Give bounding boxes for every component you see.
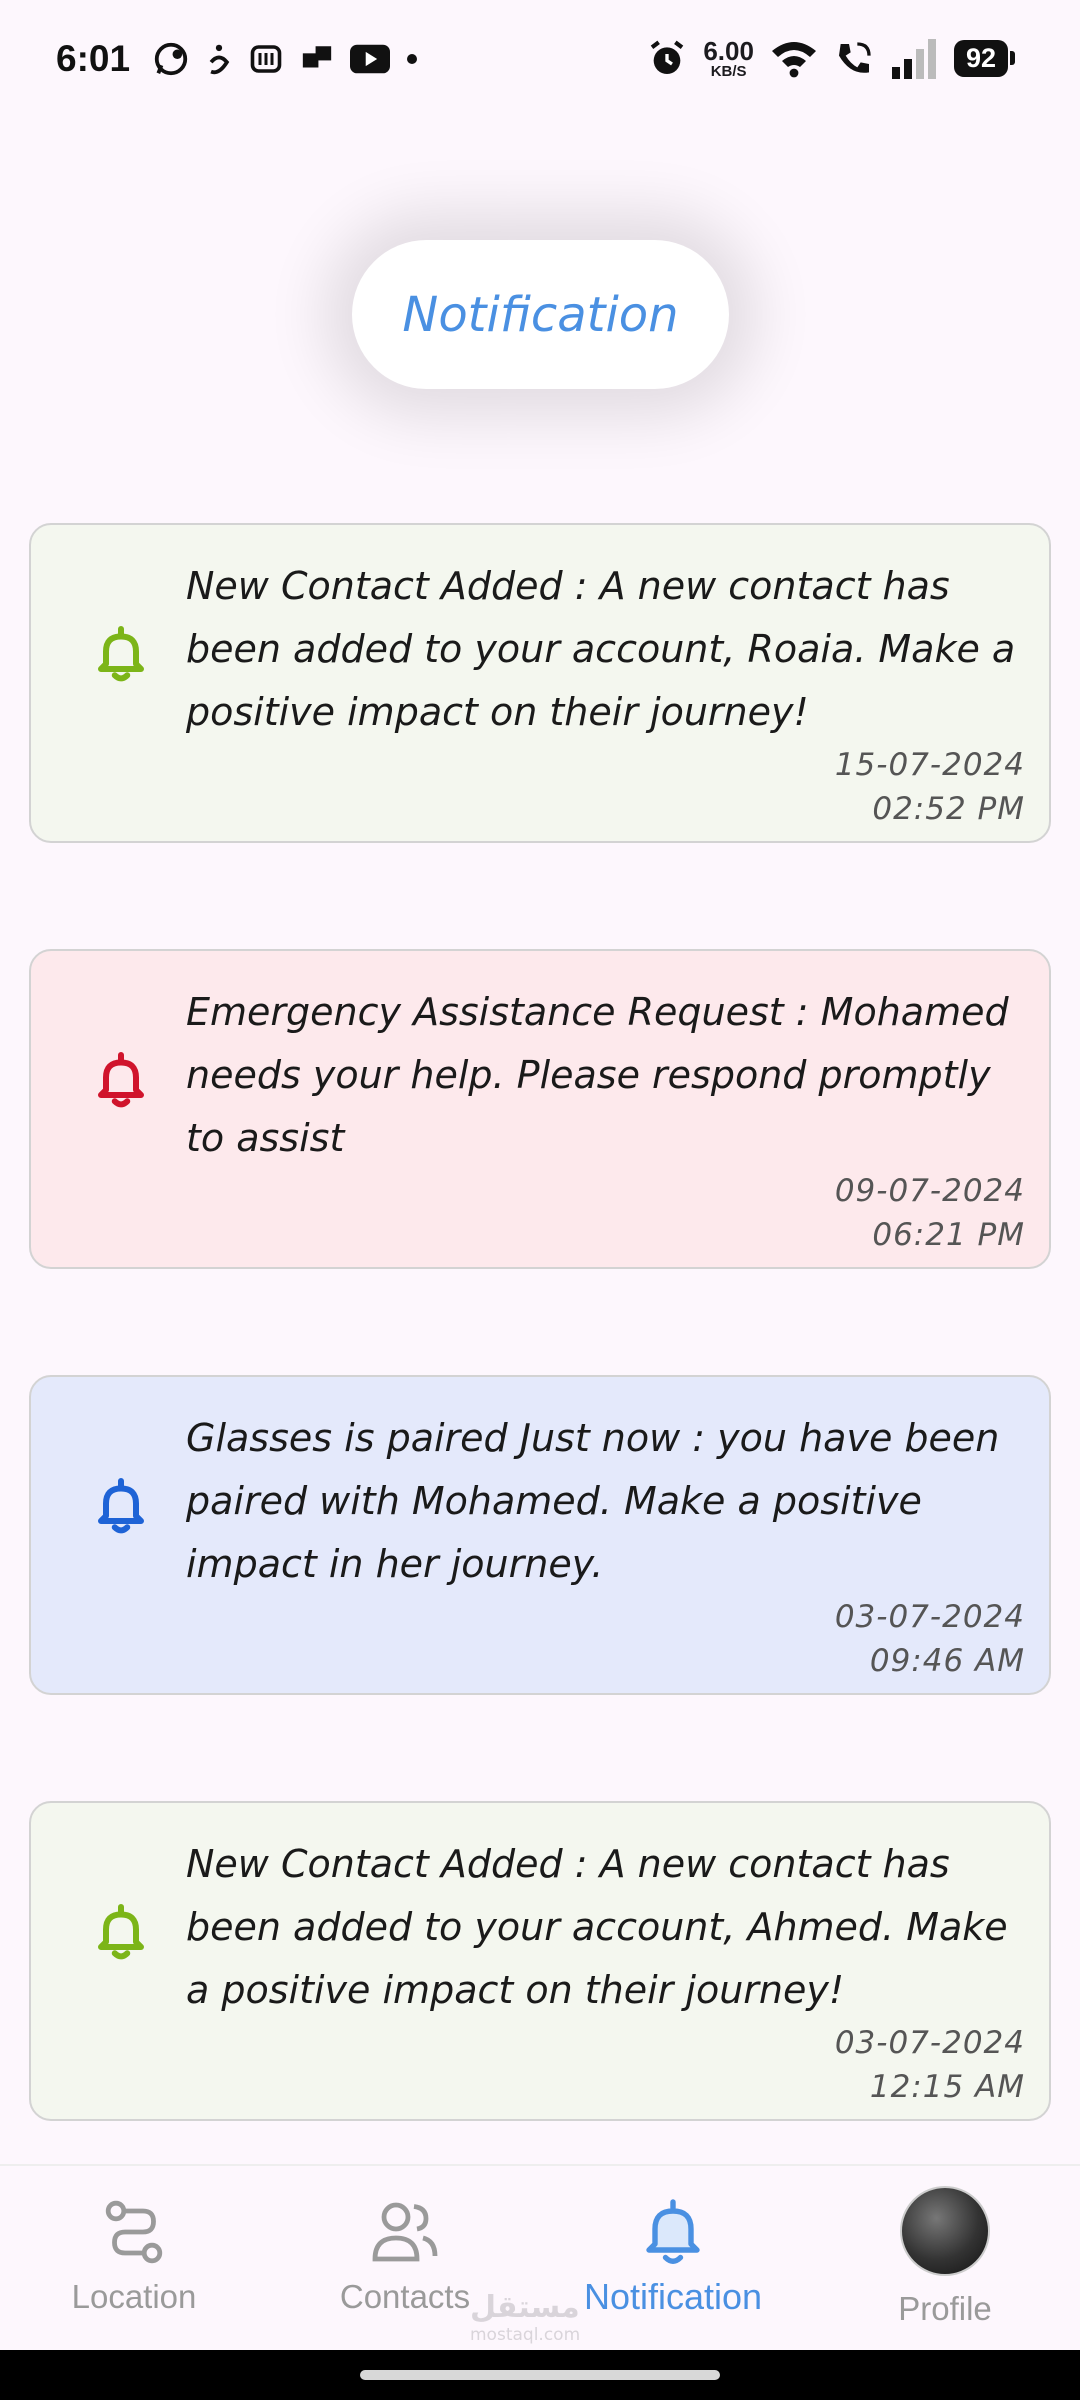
signal-icon [891, 38, 936, 79]
nav-item-location[interactable]: Location [64, 2196, 204, 2316]
notification-card[interactable]: New Contact Added : A new contact has be… [29, 523, 1051, 843]
notification-icons [152, 40, 418, 78]
bell-icon [646, 2199, 700, 2264]
notification-message: Emergency Assistance Request : Mohamed n… [186, 990, 1009, 1160]
wifi-icon [771, 41, 816, 77]
notification-time: 06:21 PM [872, 1217, 1025, 1253]
notification-message: New Contact Added : A new contact has be… [186, 564, 1016, 734]
notification-date: 03-07-2024 [834, 1599, 1025, 1635]
notification-time: 09:46 AM [869, 1643, 1025, 1679]
notification-message: Glasses is paired Just now : you have be… [186, 1416, 1000, 1586]
avatar [900, 2186, 990, 2276]
youtube-icon [350, 44, 390, 74]
status-bar: 6:01 6.00 KB/S 92 [0, 0, 1080, 122]
route-icon [105, 2200, 163, 2264]
notification-message: New Contact Added : A new contact has be… [186, 1842, 1008, 2012]
nav-item-notification[interactable]: Notification [568, 2196, 778, 2318]
status-time: 6:01 [56, 38, 131, 79]
notification-card[interactable]: New Contact Added : A new contact has be… [29, 1801, 1051, 2121]
nav-item-profile[interactable]: Profile [880, 2186, 1010, 2328]
nav-item-contacts[interactable]: Contacts [330, 2196, 480, 2316]
bell-icon [98, 626, 144, 682]
notification-card[interactable]: Glasses is paired Just now : you have be… [29, 1375, 1051, 1695]
contacts-icon [372, 2202, 438, 2262]
notification-time: 12:15 AM [869, 2069, 1025, 2105]
network-speed: 6.00 KB/S [703, 36, 754, 80]
app-icon [250, 45, 282, 73]
system-navigation-bar [0, 2350, 1080, 2400]
battery-indicator: 92 [953, 40, 1016, 77]
nav-label: Contacts [339, 2278, 471, 2315]
notification-time: 02:52 PM [872, 791, 1025, 827]
nav-label: Location [71, 2278, 197, 2315]
system-icons: 6.00 KB/S 92 [647, 36, 1016, 80]
wifi-call-icon [838, 41, 871, 73]
bell-icon [98, 1052, 144, 1108]
home-indicator[interactable] [360, 2370, 720, 2380]
alarm-icon [651, 40, 684, 74]
bell-icon [98, 1904, 144, 1960]
notification-card[interactable]: Emergency Assistance Request : Mohamed n… [29, 949, 1051, 1269]
nav-label: Notification [583, 2276, 763, 2317]
notification-date: 03-07-2024 [834, 2025, 1025, 2061]
nav-label: Profile [898, 2290, 992, 2327]
arabic-app-icon [209, 44, 230, 75]
notification-date: 15-07-2024 [834, 747, 1025, 783]
watermark: مستقل mostaql.com [470, 2290, 581, 2345]
page-title-pill: Notification [352, 240, 729, 389]
chat-icon [302, 46, 332, 68]
notification-date: 09-07-2024 [834, 1173, 1025, 1209]
page-title: Notification [402, 286, 679, 343]
whatsapp-icon [154, 42, 188, 76]
dot-icon [407, 54, 417, 64]
bell-icon [98, 1478, 144, 1534]
